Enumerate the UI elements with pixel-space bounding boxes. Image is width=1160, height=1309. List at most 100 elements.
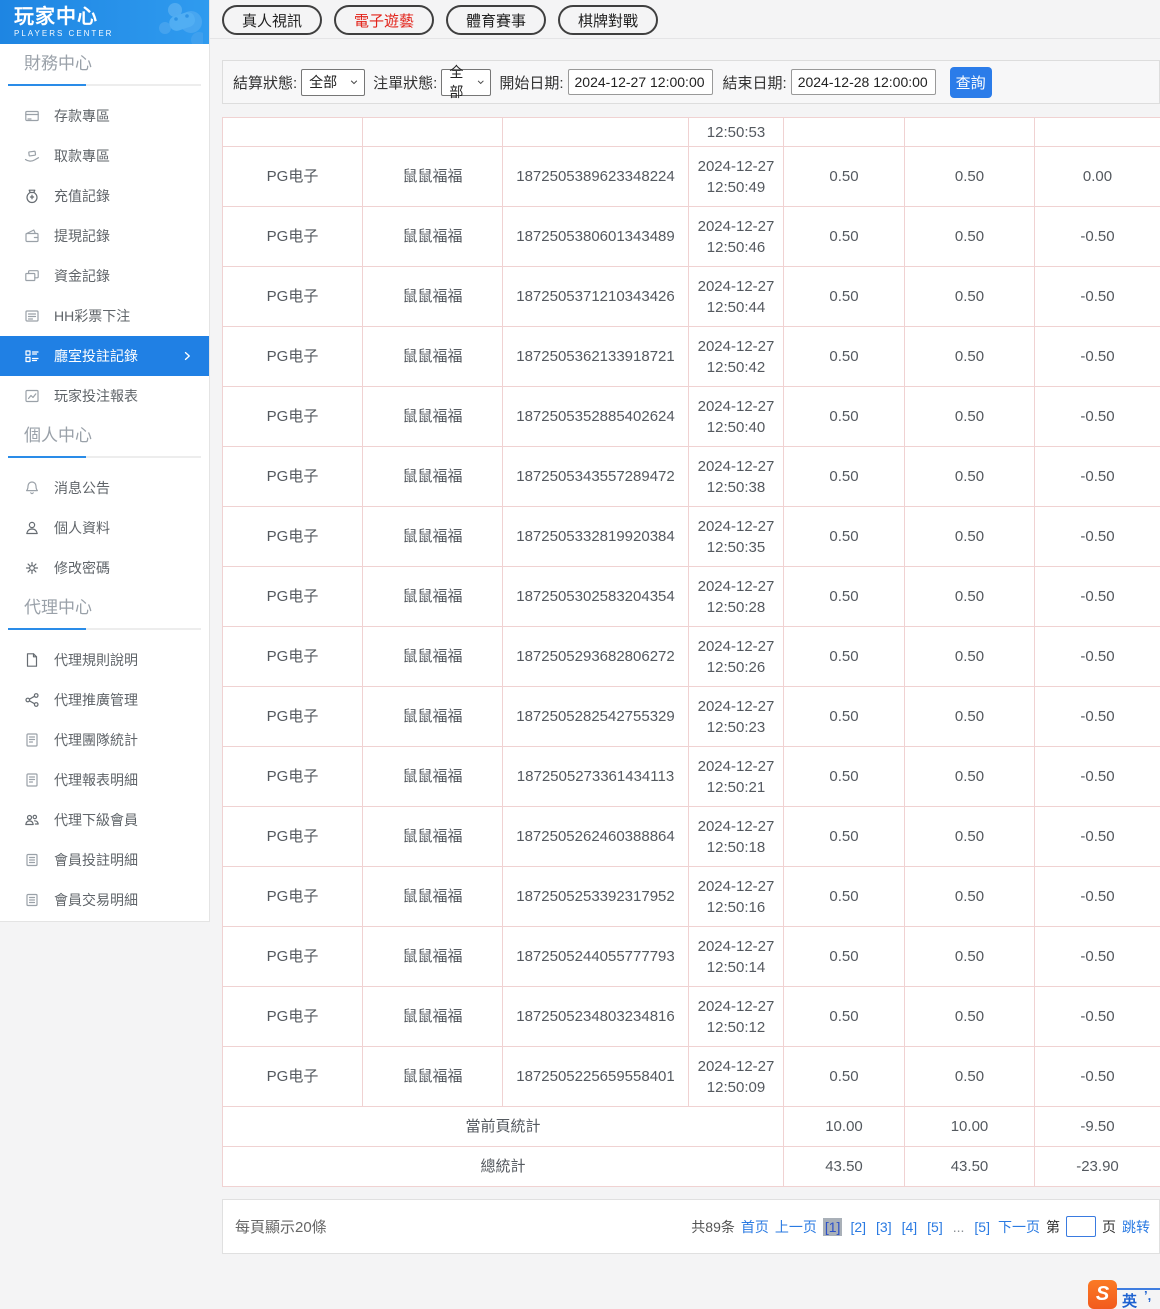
order-status-select[interactable]: 全部: [441, 64, 492, 100]
sidebar-item-sub-members[interactable]: 代理下級會員: [0, 800, 209, 840]
cell-valid: 0.50: [904, 326, 1035, 387]
cell-game: 鼠鼠福福: [362, 266, 503, 327]
start-date-input[interactable]: [567, 69, 713, 95]
ime-language-indicator[interactable]: 英: [1122, 1290, 1137, 1309]
page-link[interactable]: [5]: [972, 1218, 992, 1236]
cell-valid: [904, 117, 1035, 147]
page-link[interactable]: [2]: [848, 1218, 868, 1236]
page-link[interactable]: [3]: [874, 1218, 894, 1236]
sidebar-item-profile[interactable]: 個人資料: [0, 508, 209, 548]
cell-valid: 0.50: [904, 206, 1035, 267]
gamepad-icon: [159, 3, 203, 44]
cell-profit: -0.50: [1034, 866, 1160, 927]
cell-bet: 0.50: [783, 1046, 905, 1107]
end-date-input[interactable]: [790, 69, 936, 95]
cell-valid: 0.50: [904, 626, 1035, 687]
cell-game: 鼠鼠福福: [362, 866, 503, 927]
search-button[interactable]: 查詢: [949, 66, 992, 98]
chevron-right-icon: [181, 350, 193, 362]
jump-page-input[interactable]: [1066, 1216, 1096, 1237]
section-divider: [8, 84, 201, 86]
tab-electronic-games[interactable]: 電子遊藝: [334, 5, 434, 35]
sidebar-item-funds-record[interactable]: 資金記錄: [0, 256, 209, 296]
sidebar-item-room-bet-record[interactable]: 廳室投註記錄: [0, 336, 209, 376]
table-row: PG电子 鼠鼠福福 1872505234803234816 2024-12-27…: [222, 986, 1160, 1047]
table-row: PG电子 鼠鼠福福 1872505273361434113 2024-12-27…: [222, 746, 1160, 807]
cell-bet: 0.50: [783, 926, 905, 987]
cell-order-no: 1872505302583204354: [502, 566, 689, 627]
cell-bet: 0.50: [783, 206, 905, 267]
cell-profit: -0.50: [1034, 266, 1160, 327]
bet-records-table-wrap: 12:50:53 PG电子 鼠鼠福福 1872505389623348224 2…: [222, 117, 1160, 1187]
sidebar-item-change-password[interactable]: 修改密碼: [0, 548, 209, 588]
document-icon: [24, 652, 40, 668]
sogou-ime-icon[interactable]: S: [1088, 1280, 1117, 1309]
section-title-agent: 代理中心: [24, 598, 92, 617]
jump-action-link[interactable]: 跳转: [1122, 1217, 1150, 1237]
tab-board-games[interactable]: 棋牌對戰: [558, 5, 658, 35]
table-row: PG电子 鼠鼠福福 1872505302583204354 2024-12-27…: [222, 566, 1160, 627]
cell-bet: 0.50: [783, 986, 905, 1047]
cell-platform: PG电子: [222, 926, 363, 987]
sidebar-item-label: 代理下級會員: [54, 812, 138, 828]
settle-status-select[interactable]: 全部: [301, 68, 366, 96]
cell-datetime: 2024-12-27 12:50:38: [688, 446, 784, 507]
table-row: PG电子 鼠鼠福福 1872505389623348224 2024-12-27…: [222, 146, 1160, 207]
cell-valid: 0.50: [904, 1046, 1035, 1107]
tab-sports[interactable]: 體育賽事: [446, 5, 546, 35]
sidebar-item-member-bet-detail[interactable]: 會員投註明細: [0, 840, 209, 880]
sidebar-item-agent-promotion[interactable]: 代理推廣管理: [0, 680, 209, 720]
sidebar-item-withdraw[interactable]: 取款專區: [0, 136, 209, 176]
first-page-link[interactable]: 首页: [741, 1217, 769, 1237]
sidebar-item-agent-rules[interactable]: 代理規則說明: [0, 640, 209, 680]
page-link[interactable]: [1]: [822, 1217, 843, 1236]
cell-datetime: 2024-12-27 12:50:12: [688, 986, 784, 1047]
cell-platform: PG电子: [222, 326, 363, 387]
cell-datetime: 2024-12-27 12:50:23: [688, 686, 784, 747]
cell-valid: 0.50: [904, 566, 1035, 627]
cell-platform: PG电子: [222, 1046, 363, 1107]
cell-profit: -0.50: [1034, 806, 1160, 867]
cell-datetime: 2024-12-27 12:50:28: [688, 566, 784, 627]
sidebar-item-announcements[interactable]: 消息公告: [0, 468, 209, 508]
sidebar-item-agent-report-detail[interactable]: 代理報表明細: [0, 760, 209, 800]
sidebar-item-player-report[interactable]: 玩家投注報表: [0, 376, 209, 416]
cell-valid: 0.50: [904, 446, 1035, 507]
cell-order-no: 1872505332819920384: [502, 506, 689, 567]
recharge-record-icon: [24, 188, 40, 204]
end-date-label: 結束日期:: [722, 74, 787, 92]
sidebar-item-recharge-record[interactable]: 充值記錄: [0, 176, 209, 216]
page-link[interactable]: [4]: [900, 1218, 920, 1236]
total-summary-bet: 43.50: [783, 1146, 905, 1187]
next-page-link[interactable]: 下一页: [998, 1217, 1040, 1237]
cell-bet: 0.50: [783, 806, 905, 867]
cell-valid: 0.50: [904, 806, 1035, 867]
page-link: ...: [952, 1218, 965, 1235]
cell-platform: PG电子: [222, 686, 363, 747]
table-row: PG电子 鼠鼠福福 1872505253392317952 2024-12-27…: [222, 866, 1160, 927]
cell-datetime: 2024-12-27 12:50:16: [688, 866, 784, 927]
cell-order-no: 1872505371210343426: [502, 266, 689, 327]
cell-bet: 0.50: [783, 146, 905, 207]
sidebar-item-agent-team-stats[interactable]: 代理團隊統計: [0, 720, 209, 760]
sidebar-item-lottery-bet[interactable]: HH彩票下注: [0, 296, 209, 336]
cell-datetime: 2024-12-27 12:50:40: [688, 386, 784, 447]
tab-live-video[interactable]: 真人視訊: [222, 5, 322, 35]
cell-profit: -0.50: [1034, 566, 1160, 627]
cell-order-no: 1872505343557289472: [502, 446, 689, 507]
prev-page-link[interactable]: 上一页: [775, 1217, 817, 1237]
cell-game: 鼠鼠福福: [362, 686, 503, 747]
cell-bet: 0.50: [783, 266, 905, 327]
cell-game: 鼠鼠福福: [362, 986, 503, 1047]
sidebar-item-withdrawal-record[interactable]: 提現記錄: [0, 216, 209, 256]
cell-bet: 0.50: [783, 506, 905, 567]
sidebar-item-member-trade-detail[interactable]: 會員交易明細: [0, 880, 209, 920]
sidebar-item-deposit[interactable]: 存款專區: [0, 96, 209, 136]
room-bet-record-icon: [24, 348, 40, 364]
cell-valid: 0.50: [904, 146, 1035, 207]
cell-game: 鼠鼠福福: [362, 926, 503, 987]
cell-profit: 0.00: [1034, 146, 1160, 207]
sidebar-item-label: 會員交易明細: [54, 892, 138, 908]
sidebar-item-label: 充值記錄: [54, 188, 110, 204]
page-link[interactable]: [5]: [925, 1218, 945, 1236]
